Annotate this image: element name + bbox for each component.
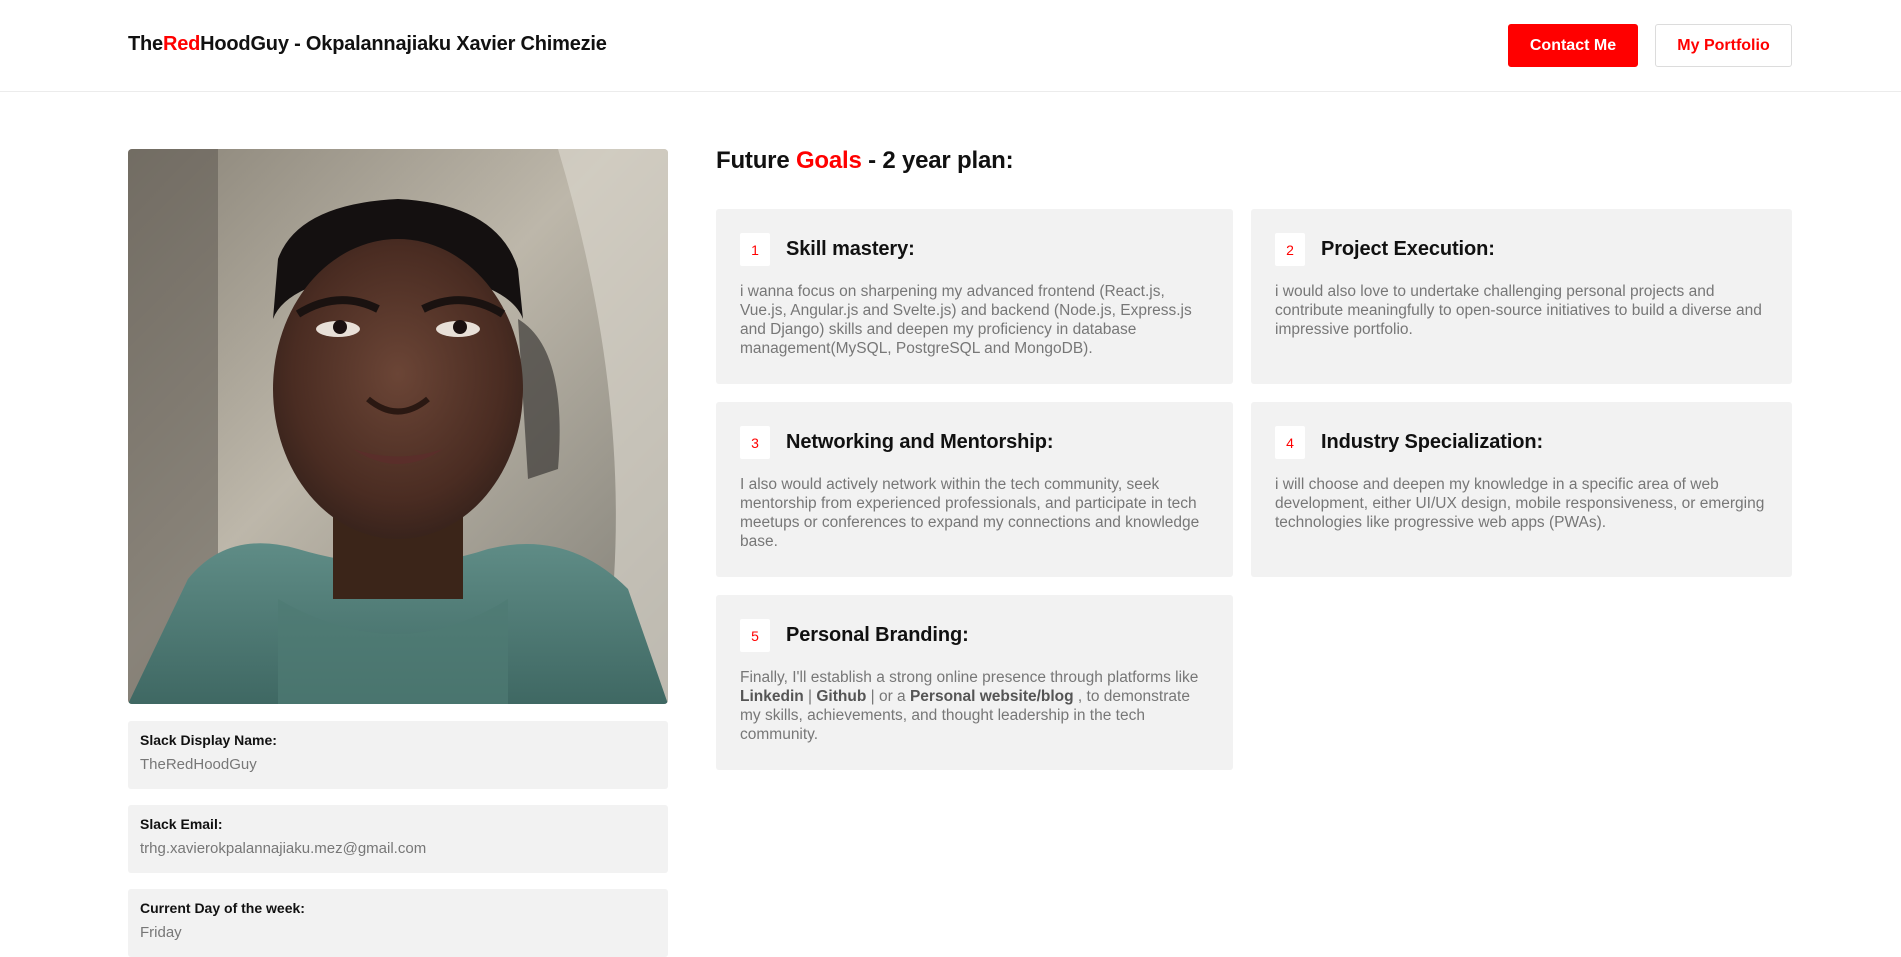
goal-card-1: 1 Skill mastery: i wanna focus on sharpe… [716, 209, 1233, 384]
separator: | or a [866, 688, 910, 705]
current-day-label: Current Day of the week: [140, 900, 305, 916]
goal-card-5: 5 Personal Branding: Finally, I'll estab… [716, 595, 1233, 770]
goal-description: I also would actively network within the… [740, 476, 1200, 550]
github-link[interactable]: Github [816, 688, 866, 705]
my-portfolio-button[interactable]: My Portfolio [1655, 24, 1792, 67]
contact-me-button[interactable]: Contact Me [1508, 24, 1638, 67]
brand-suffix: HoodGuy - Okpalannajiaku Xavier Chimezie [200, 33, 607, 55]
linkedin-link[interactable]: Linkedin [740, 688, 804, 705]
branding-text-start: Finally, I'll establish a strong online … [740, 669, 1199, 686]
goal-number: 1 [740, 233, 770, 266]
slack-email-label: Slack Email: [140, 816, 223, 832]
goal-description: i would also love to undertake challengi… [1275, 283, 1762, 338]
personal-website-link[interactable]: Personal website/blog [910, 688, 1074, 705]
goals-heading-post: - 2 year plan: [861, 147, 1014, 174]
profile-photo [128, 149, 668, 704]
goal-title: Networking and Mentorship: [786, 431, 1054, 453]
brand-prefix: The [128, 33, 163, 55]
slack-name-label: Slack Display Name: [140, 732, 277, 748]
goals-heading-pre: Future [716, 147, 796, 174]
goal-title: Personal Branding: [786, 624, 969, 646]
goal-card-2: 2 Project Execution: i would also love t… [1251, 209, 1792, 384]
slack-name-box: Slack Display Name: TheRedHoodGuy [128, 721, 668, 789]
slack-name-value: TheRedHoodGuy [140, 756, 257, 773]
slack-email-box: Slack Email: trhg.xavierokpalannajiaku.m… [128, 805, 668, 873]
brand-title: TheRedHoodGuy - Okpalannajiaku Xavier Ch… [128, 33, 607, 56]
separator: | [803, 688, 817, 705]
goal-number: 2 [1275, 233, 1305, 266]
brand-highlight: Red [162, 33, 201, 55]
current-day-box: Current Day of the week: Friday [128, 889, 668, 957]
goal-number: 5 [740, 619, 770, 652]
goals-heading-highlight: Goals [795, 147, 862, 174]
current-day-value: Friday [140, 924, 182, 941]
site-header: TheRedHoodGuy - Okpalannajiaku Xavier Ch… [0, 0, 1901, 92]
goals-heading: Future Goals - 2 year plan: [716, 147, 1014, 175]
goal-card-3: 3 Networking and Mentorship: I also woul… [716, 402, 1233, 577]
slack-email-value: trhg.xavierokpalannajiaku.mez@gmail.com [140, 840, 427, 857]
goal-card-4: 4 Industry Specialization: i will choose… [1251, 402, 1792, 577]
goal-number: 3 [740, 426, 770, 459]
goal-description: i will choose and deepen my knowledge in… [1275, 476, 1765, 531]
goal-title: Project Execution: [1321, 238, 1495, 260]
goal-title: Industry Specialization: [1321, 431, 1544, 453]
goal-description: Finally, I'll establish a strong online … [740, 668, 1209, 744]
goal-description: i wanna focus on sharpening my advanced … [740, 283, 1192, 357]
goal-number: 4 [1275, 426, 1305, 459]
goal-title: Skill mastery: [786, 238, 915, 260]
